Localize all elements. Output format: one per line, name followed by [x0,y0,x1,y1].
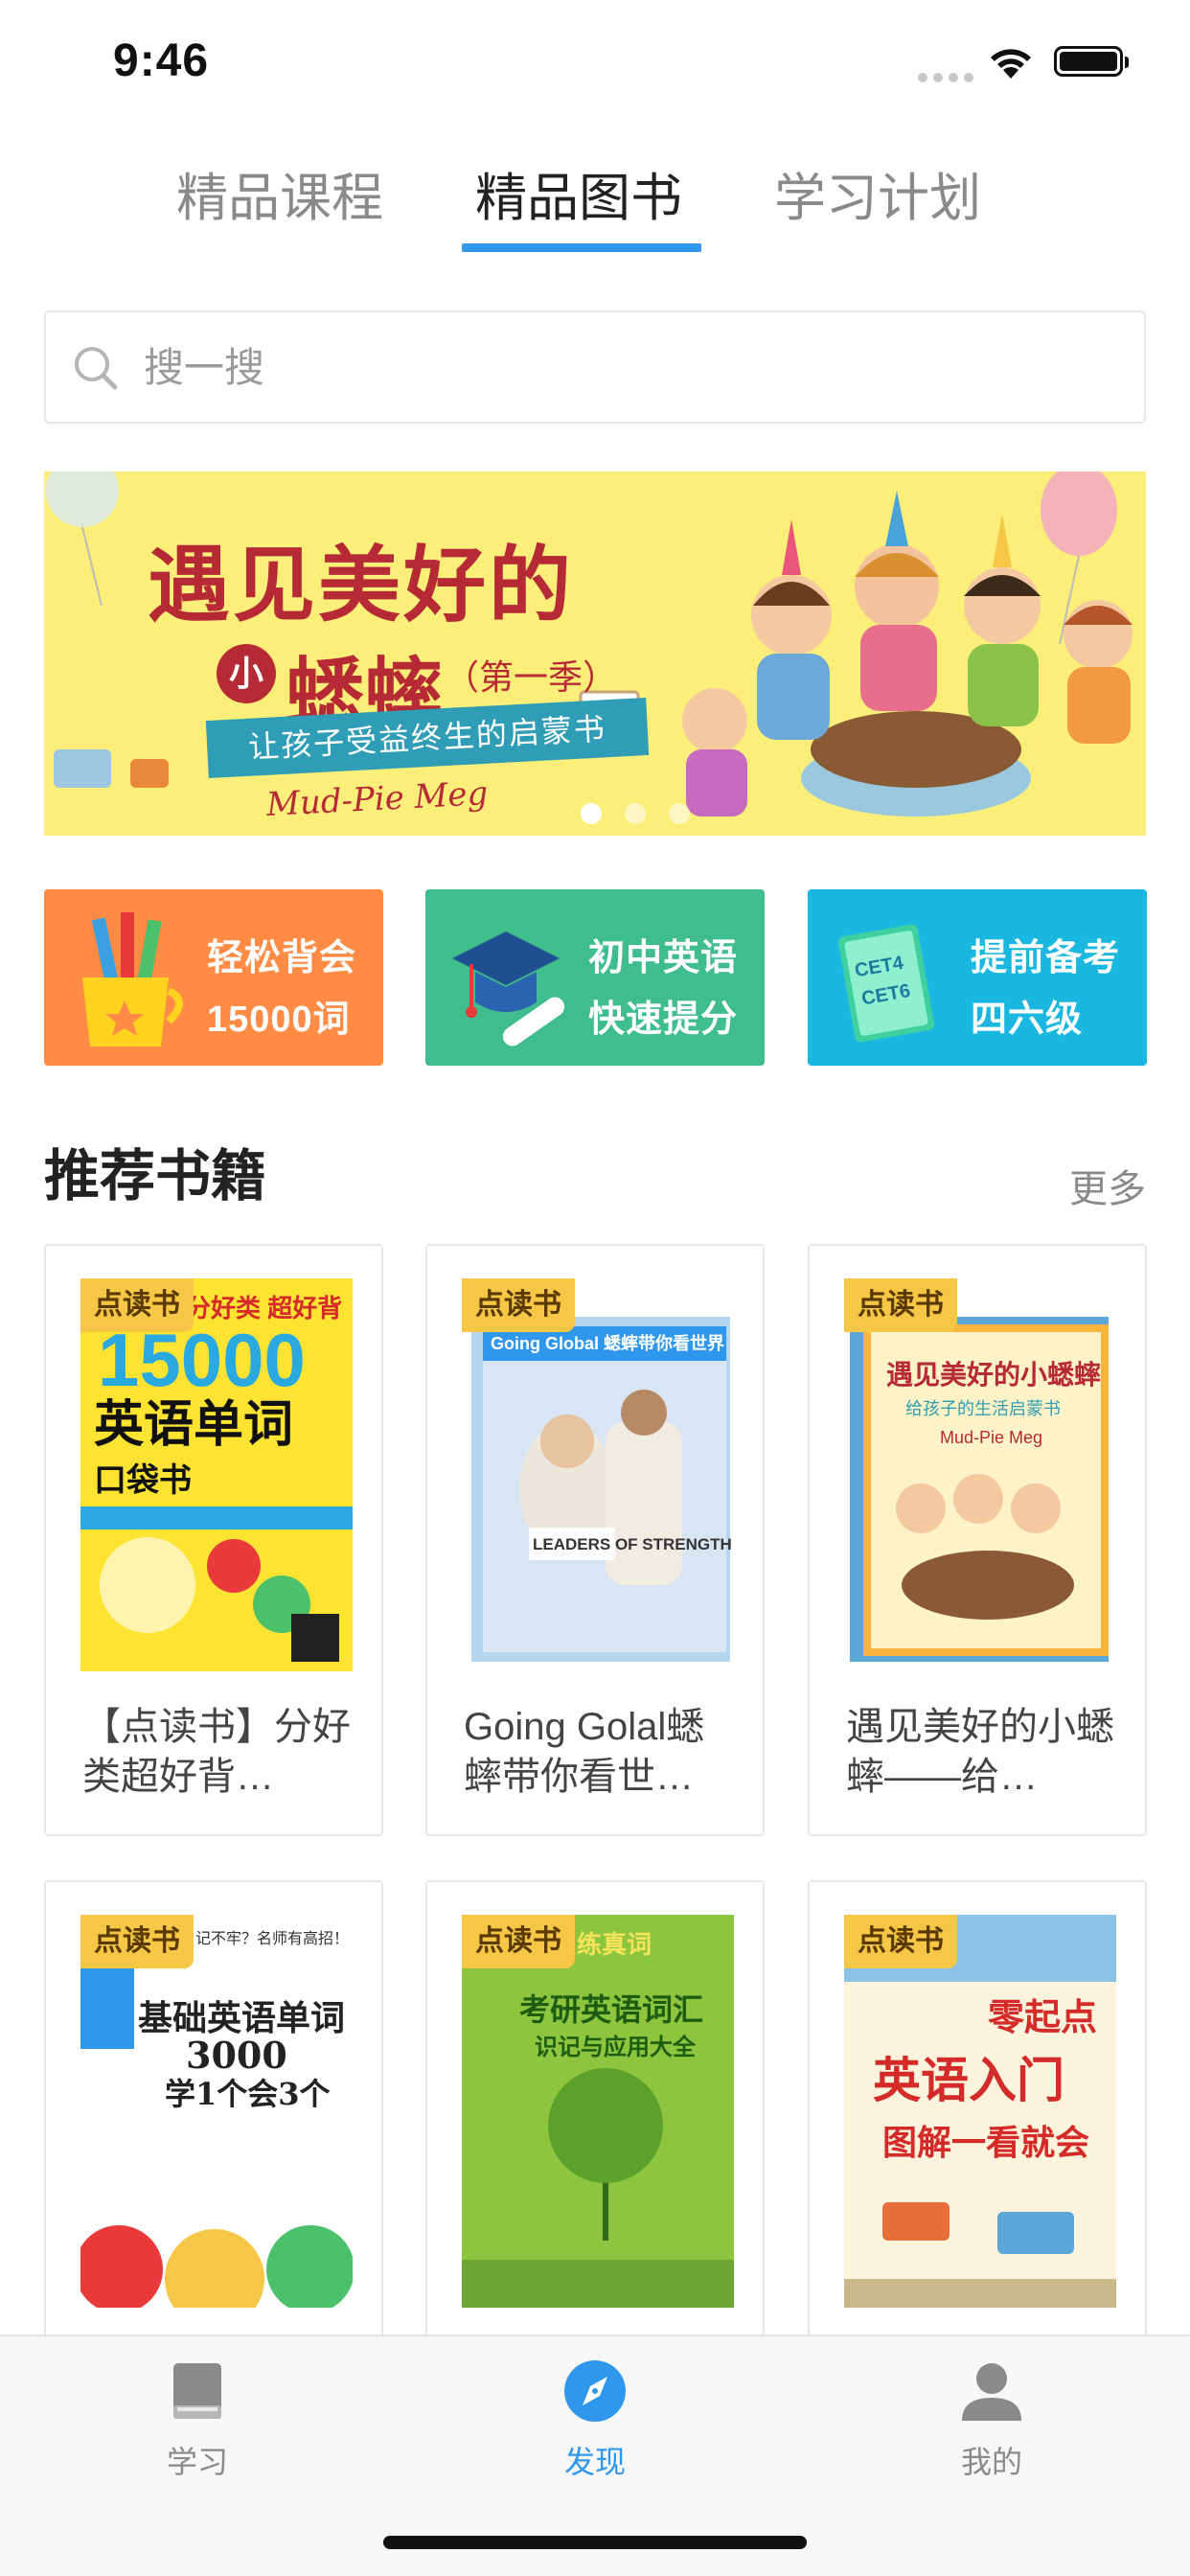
book-card[interactable]: 点读书 分好类 超好背 15000 英语单词 口袋书 【点读书】分好类超好背… [44,1244,383,1836]
status-time: 9:46 [113,35,210,86]
feature-vocab-title: 轻松背会 [207,938,357,978]
tab-books[interactable]: 精品图书 [475,155,682,231]
svg-text:3000: 3000 [186,2034,287,2077]
book-card[interactable]: 点读书 遇见美好的小蟋蟀 给孩子的生活启蒙书 Mud-Pie Meg 遇见美好的… [808,1244,1147,1836]
book-title: 遇见美好的小蟋蟀——给… [846,1706,1114,1798]
svg-text:英语单词: 英语单词 [94,1397,293,1453]
audio-book-tag: 点读书 [462,1278,575,1332]
more-link[interactable]: 更多 [1069,1158,1146,1213]
tab-discover[interactable]: 发现 [499,2358,691,2482]
feature-cet-title: 提前备考 [971,938,1121,978]
search-bar[interactable] [44,310,1146,424]
svg-text:遇见美好的小蟋蟀: 遇见美好的小蟋蟀 [886,1359,1101,1390]
book-cover: 遇见美好的小蟋蟀 给孩子的生活启蒙书 Mud-Pie Meg [844,1278,1116,1671]
svg-text:Mud-Pie Meg: Mud-Pie Meg [940,1428,1042,1447]
audio-book-tag: 点读书 [844,1278,957,1332]
children-party-illustration [682,491,1133,816]
banner-badge: 小 [217,644,276,703]
banner-dot-1[interactable] [581,803,602,824]
audio-book-tag: 点读书 [462,1915,575,1968]
tab-courses[interactable]: 精品课程 [176,155,383,231]
svg-text:零起点: 零起点 [988,1998,1097,2038]
audio-book-tag: 点读书 [80,1278,194,1332]
banner-title: 遇见美好的 [148,537,574,633]
tab-profile-label: 我的 [960,2445,1022,2479]
battery-icon [1054,46,1129,77]
svg-text:练真词: 练真词 [577,1930,652,1959]
cet-book-icon: CET4 CET6 [837,924,935,1043]
book-cover: Going Global 蟋蟀带你看世界 LEADERS OF STRENGTH [462,1278,734,1671]
svg-text:给孩子的生活启蒙书: 给孩子的生活启蒙书 [905,1399,1061,1418]
svg-text:LEADERS OF STRENGTH: LEADERS OF STRENGTH [533,1535,732,1553]
svg-text:口袋书: 口袋书 [94,1462,192,1499]
search-icon [71,343,121,398]
svg-text:学1个会3个: 学1个会3个 [165,2076,331,2112]
book-cover: 零起点 英语入门 图解一看就会 [844,1915,1116,2308]
wifi-icon [987,44,1035,85]
feature-junior-subtitle: 快速提分 [588,1000,739,1040]
banner-dot-2[interactable] [625,803,646,824]
banner-pagination [581,803,690,824]
feature-vocab-subtitle: 15000词 [207,1000,351,1040]
compass-icon [564,2360,626,2422]
user-icon [962,2363,1021,2421]
feature-cet-prep[interactable]: CET4 CET6 提前备考 四六级 [808,889,1147,1066]
status-bar: 9:46 [0,0,1190,126]
book-title: Going Golal蟋蟀带你看世… [464,1706,705,1798]
feature-junior-english[interactable]: 初中英语 快速提分 [425,889,765,1066]
book-cover: 练真词 考研英语词汇 识记与应用大全 [462,1915,734,2308]
book-card[interactable]: 点读书 记不牢？名师有高招！ 基础英语单词 3000 学1个会3个 [44,1880,383,2340]
tab-discover-label: 发现 [563,2445,626,2479]
home-indicator [383,2536,807,2549]
top-tabs: 精品课程 精品图书 学习计划 [0,144,1190,259]
svg-text:记不牢？名师有高招！: 记不牢？名师有高招！ [195,1930,349,1947]
book-card[interactable]: 点读书 练真词 考研英语词汇 识记与应用大全 [425,1880,765,2340]
book-icon [173,2363,221,2419]
feature-cet-subtitle: 四六级 [971,1000,1084,1040]
tab-study[interactable]: 学习 [102,2358,293,2482]
banner-season: （第一季） [445,657,618,697]
book-card[interactable]: 点读书 零起点 英语入门 图解一看就会 [808,1880,1147,2340]
book-card[interactable]: 点读书 Going Global 蟋蟀带你看世界 LEADERS OF STRE… [425,1244,765,1836]
search-input[interactable] [142,335,1104,401]
feature-junior-title: 初中英语 [588,938,739,978]
svg-text:Going Global 蟋蟀带你看世界: Going Global 蟋蟀带你看世界 [491,1333,724,1353]
book-title: 【点读书】分好类超好背… [82,1706,351,1798]
promo-banner[interactable]: 遇见美好的 小 蟋蟀 （第一季） 让孩子受益终生的启蒙书 Mud-Pie Meg [44,472,1146,836]
tab-indicator [462,243,701,252]
audio-book-tag: 点读书 [844,1915,957,1968]
tab-profile[interactable]: 我的 [896,2358,1087,2482]
tab-study-label: 学习 [166,2445,228,2479]
svg-text:考研英语词汇: 考研英语词汇 [519,1992,703,2027]
svg-text:基础英语单词: 基础英语单词 [138,1998,345,2038]
graduation-cap-icon [452,932,565,1046]
svg-text:英语入门: 英语入门 [873,2054,1064,2107]
cellular-signal-icon [918,73,973,82]
section-title: 推荐书籍 [44,1145,267,1208]
svg-text:识记与应用大全: 识记与应用大全 [535,2034,697,2060]
feature-vocab-15000[interactable]: 轻松背会 15000词 [44,889,383,1066]
book-cover: 记不牢？名师有高招！ 基础英语单词 3000 学1个会3个 [80,1915,353,2308]
book-cover: 分好类 超好背 15000 英语单词 口袋书 [80,1278,353,1671]
pencil-cup-icon [82,912,183,1046]
banner-dot-3[interactable] [669,803,690,824]
svg-text:图解一看就会: 图解一看就会 [882,2123,1089,2162]
audio-book-tag: 点读书 [80,1915,194,1968]
tab-study-plan[interactable]: 学习计划 [774,155,981,231]
